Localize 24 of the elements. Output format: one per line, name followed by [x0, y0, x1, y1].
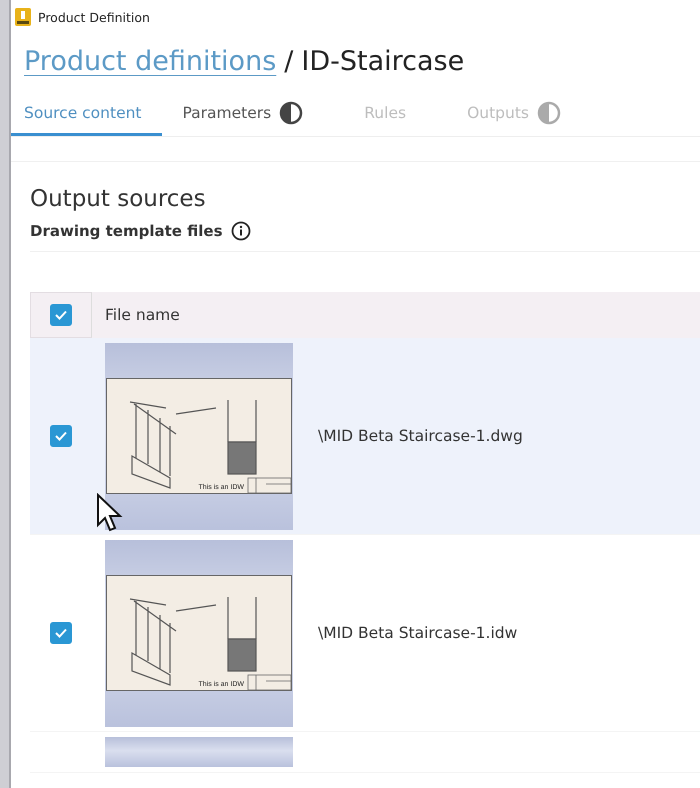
tab[interactable]: Parameters: [170, 93, 324, 136]
column-header: File name: [104, 306, 180, 324]
cursor-icon: [96, 493, 124, 533]
tab[interactable]: Source content: [11, 93, 162, 136]
checkbox[interactable]: [50, 622, 72, 644]
check-icon: [54, 627, 68, 639]
checkbox[interactable]: [50, 425, 72, 447]
page-title: ID-Staircase: [301, 46, 464, 77]
section-title: Output sources: [30, 186, 207, 212]
half-circle-icon: [536, 101, 561, 125]
check-icon: [54, 309, 68, 321]
app-icon: [15, 8, 31, 26]
half-circle-icon: [279, 101, 304, 125]
title-block-drawing: [248, 674, 292, 690]
breadcrumb-separator: /: [284, 46, 294, 77]
breadcrumb-link[interactable]: Product definitions: [24, 46, 276, 77]
checkbox[interactable]: [50, 304, 72, 326]
check-icon: [54, 430, 68, 442]
file-name: \MID Beta Staircase-1.dwg: [318, 427, 523, 445]
info-icon[interactable]: [230, 221, 251, 241]
window-title: Product Definition: [38, 10, 150, 24]
section-subtitle: Drawing template files: [30, 222, 223, 240]
file-name: \MID Beta Staircase-1.idw: [318, 624, 518, 642]
title-block-drawing: [248, 478, 292, 494]
